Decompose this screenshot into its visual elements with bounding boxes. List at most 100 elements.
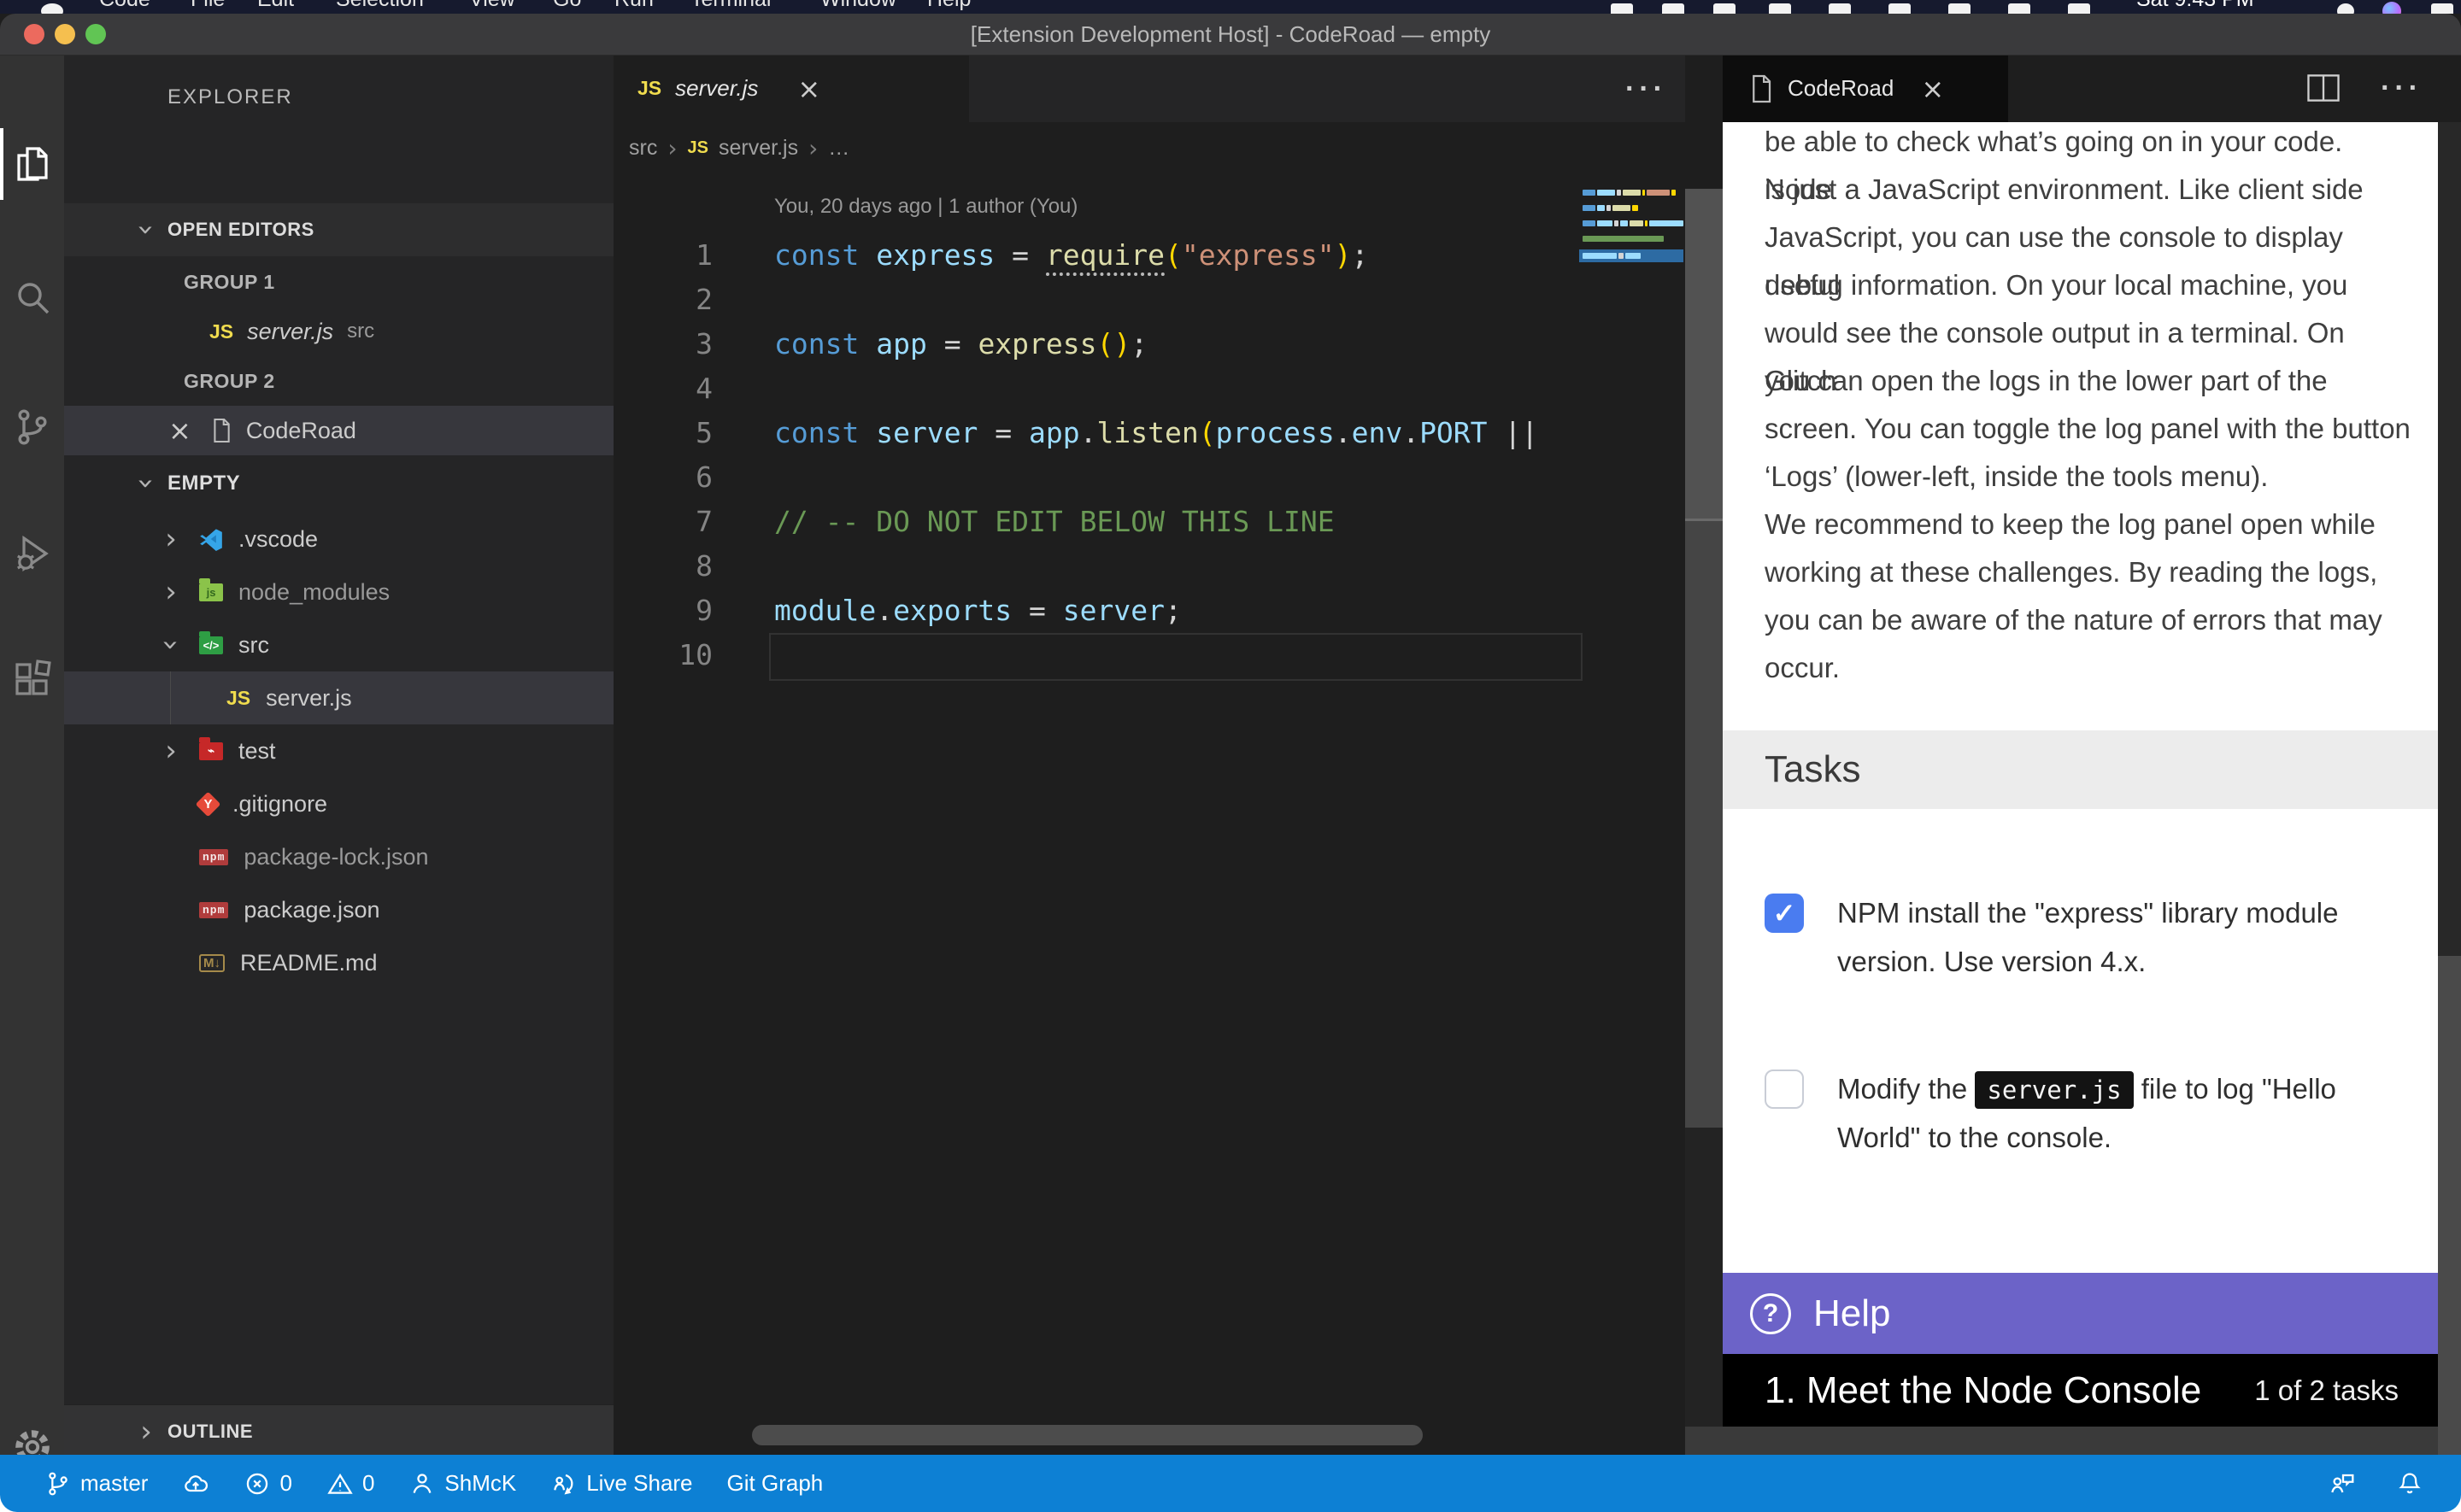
- minimap-line: [1583, 190, 1676, 196]
- section-workspace-empty[interactable]: ›EMPTY: [64, 456, 614, 511]
- help-bar[interactable]: ? Help: [1723, 1273, 2438, 1354]
- tree-item-node_modules[interactable]: ›jsnode_modules: [64, 566, 614, 618]
- status-item-feedback[interactable]: [2328, 1470, 2355, 1497]
- menu-status-icon[interactable]: [1829, 3, 1851, 14]
- menu-status-icon[interactable]: [1769, 3, 1791, 14]
- code-line[interactable]: [774, 455, 1579, 500]
- menu-status-icon[interactable]: [2008, 3, 2030, 14]
- menu-file[interactable]: File: [191, 0, 225, 12]
- line-number: 2: [614, 278, 713, 322]
- code-line[interactable]: const express = require("express");: [774, 233, 1579, 278]
- webview-scrollbar-thumb[interactable]: [2438, 122, 2461, 956]
- menu-status-icon[interactable]: [1611, 3, 1633, 14]
- section-outline[interactable]: ›OUTLINE: [64, 1404, 614, 1455]
- spotlight-icon[interactable]: [2337, 3, 2354, 14]
- horizontal-scrollbar[interactable]: [752, 1425, 1423, 1445]
- status-item-shmck[interactable]: ShMcK: [408, 1470, 516, 1497]
- control-center-icon[interactable]: [2431, 3, 2453, 14]
- status-item-0[interactable]: 0: [244, 1470, 291, 1497]
- code-line[interactable]: const server = app.listen(process.env.PO…: [774, 411, 1579, 455]
- tab-label: CodeRoad: [1788, 75, 1894, 102]
- menu-edit[interactable]: Edit: [257, 0, 294, 12]
- tree-item-package.json[interactable]: npmpackage.json: [64, 883, 614, 936]
- status-item-live-share[interactable]: Live Share: [550, 1470, 692, 1497]
- menu-run[interactable]: Run: [614, 0, 654, 12]
- code-line[interactable]: [774, 366, 1579, 411]
- menu-view[interactable]: View: [469, 0, 515, 12]
- breadcrumb[interactable]: src›JSserver.js›…: [629, 122, 1654, 173]
- status-item-0[interactable]: 0: [326, 1470, 374, 1497]
- warning-icon: [326, 1470, 354, 1497]
- divider-lower: [1685, 1128, 1723, 1427]
- tab-coderoad[interactable]: CodeRoad ×: [1723, 55, 2008, 122]
- tree-item-.vscode[interactable]: ›.vscode: [64, 513, 614, 566]
- breadcrumb-file[interactable]: server.js: [719, 136, 798, 161]
- open-editor-label: CodeRoad: [246, 418, 356, 444]
- extensions-icon[interactable]: [0, 642, 64, 718]
- close-tab-icon[interactable]: ×: [797, 73, 820, 105]
- task-checkbox[interactable]: ✓: [1765, 894, 1804, 933]
- tree-item-label: src: [238, 632, 269, 659]
- tasks-section-header: Tasks: [1723, 730, 2438, 809]
- status-item-label: Git Graph: [727, 1470, 824, 1497]
- code-line[interactable]: const app = express();: [774, 322, 1579, 366]
- tree-item-server.js[interactable]: JSserver.js: [64, 671, 614, 724]
- code-line[interactable]: module.exports = server;: [774, 589, 1579, 633]
- breadcrumb-symbol[interactable]: …: [828, 136, 849, 161]
- menu-clock: Sat 9:43 PM: [2136, 0, 2254, 12]
- tree-item-package-lock.json[interactable]: npmpackage-lock.json: [64, 830, 614, 883]
- minimap[interactable]: [1583, 183, 1683, 277]
- lesson-text-line: would see the console output in a termin…: [1765, 309, 2414, 357]
- search-icon[interactable]: [0, 260, 64, 335]
- open-editor-CodeRoad[interactable]: × CodeRoad: [64, 406, 614, 455]
- menu-status-icon[interactable]: [1713, 3, 1736, 14]
- panel-bottom-strip: [1685, 1427, 2461, 1455]
- menu-status-icon[interactable]: [2068, 3, 2090, 14]
- editor-more-actions-icon[interactable]: ···: [1625, 73, 1667, 106]
- panel-more-actions-icon[interactable]: ···: [2381, 72, 2423, 105]
- menu-help[interactable]: Help: [927, 0, 971, 12]
- lesson-footer[interactable]: 1. Meet the Node Console 1 of 2 tasks: [1723, 1354, 2438, 1427]
- menu-selection[interactable]: Selection: [336, 0, 424, 12]
- code-line[interactable]: [774, 278, 1579, 322]
- editor-group-label[interactable]: GROUP 2: [64, 356, 614, 406]
- status-item-git-graph[interactable]: Git Graph: [727, 1470, 824, 1497]
- tree-item-README.md[interactable]: M↓README.md: [64, 936, 614, 989]
- run-debug-icon[interactable]: [0, 516, 64, 591]
- tree-item-src[interactable]: ›</>src: [64, 618, 614, 671]
- status-item-label: 0: [279, 1470, 291, 1497]
- open-editor-server.js[interactable]: JSserver.jssrc: [64, 307, 614, 356]
- status-item-master[interactable]: master: [44, 1470, 148, 1497]
- code-line[interactable]: [774, 544, 1579, 589]
- menu-go[interactable]: Go: [553, 0, 581, 12]
- status-item-cloud[interactable]: [182, 1470, 209, 1497]
- menu-terminal[interactable]: Terminal: [690, 0, 771, 12]
- status-item-bell[interactable]: [2396, 1470, 2423, 1497]
- editor-group-label[interactable]: GROUP 1: [64, 257, 614, 307]
- line-number: 6: [614, 455, 713, 500]
- codelens-annotation[interactable]: You, 20 days ago | 1 author (You): [774, 195, 1078, 219]
- menu-status-icon[interactable]: [1662, 3, 1684, 14]
- tree-item-test[interactable]: ›⌁test: [64, 724, 614, 777]
- section-open-editors[interactable]: ›OPEN EDITORS: [64, 203, 614, 256]
- breadcrumb-separator: ›: [667, 134, 677, 162]
- tree-item-.gitignore[interactable]: Y.gitignore: [64, 777, 614, 830]
- siri-icon[interactable]: [2382, 2, 2401, 14]
- close-editor-icon[interactable]: ×: [168, 414, 191, 447]
- line-number: 3: [614, 322, 713, 366]
- close-tab-icon[interactable]: ×: [1921, 73, 1944, 105]
- status-item-label: ShMcK: [444, 1470, 516, 1497]
- code-line[interactable]: // -- DO NOT EDIT BELOW THIS LINE: [774, 500, 1579, 544]
- explorer-icon[interactable]: [0, 126, 64, 202]
- task-checkbox[interactable]: [1765, 1070, 1804, 1109]
- divider-scrollbar-thumb[interactable]: [1685, 189, 1723, 521]
- divider-scrollbar-track[interactable]: [1685, 521, 1723, 1128]
- menu-status-icon[interactable]: [1948, 3, 1971, 14]
- source-control-icon[interactable]: [0, 390, 64, 465]
- breadcrumb-folder[interactable]: src: [629, 136, 657, 161]
- menu-code[interactable]: Code: [99, 0, 150, 12]
- tab-server-js[interactable]: JS server.js ×: [614, 55, 969, 122]
- menu-status-icon[interactable]: [1888, 3, 1911, 14]
- menu-window[interactable]: Window: [820, 0, 896, 12]
- split-editor-icon[interactable]: [2307, 73, 2340, 103]
